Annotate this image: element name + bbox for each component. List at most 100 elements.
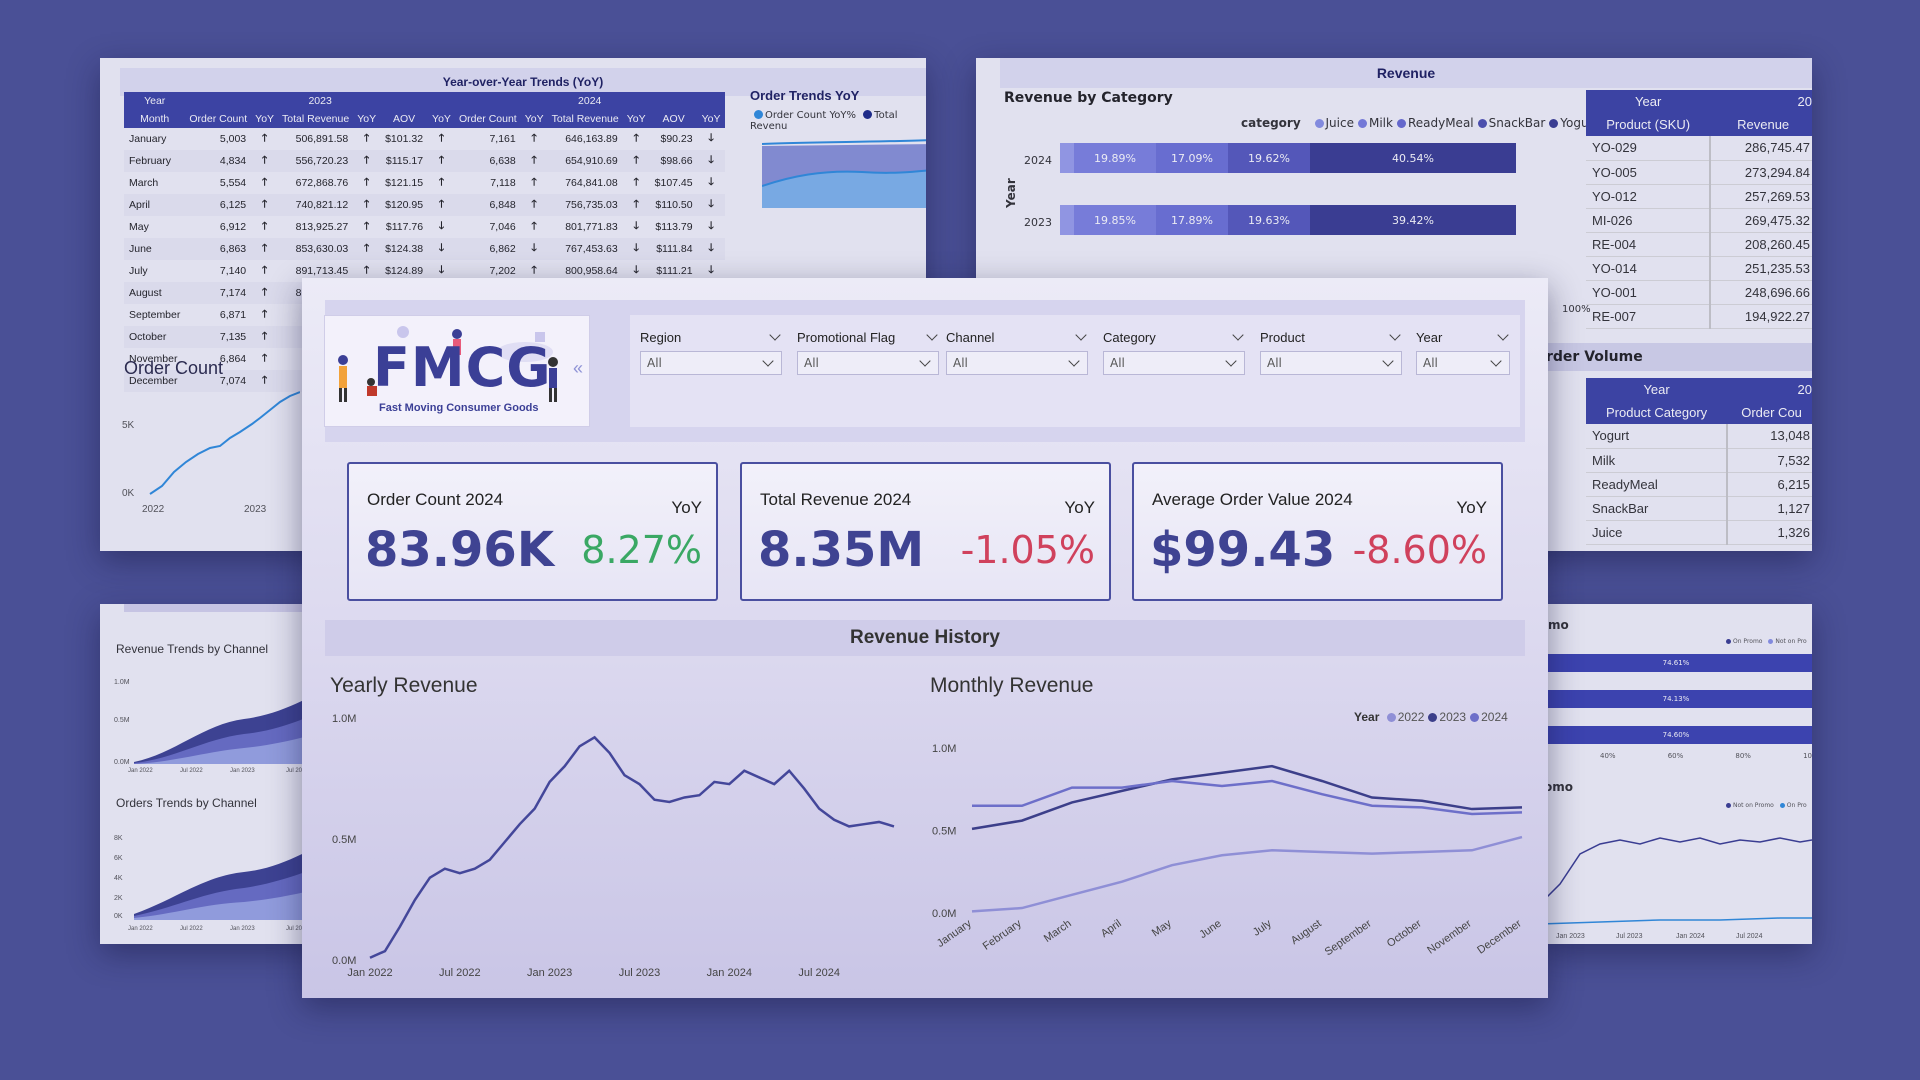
yoy-cell-oc24: 6,862 (454, 238, 521, 260)
sku-revenue: 257,269.53 (1709, 184, 1812, 209)
filter-region-header[interactable]: Region (640, 327, 782, 347)
chevron-down-icon[interactable] (926, 329, 938, 341)
filter-promo-select[interactable]: All (797, 351, 939, 375)
arrow-up-icon: 🡑 (261, 176, 268, 188)
rtc-ytick: 0.5M (114, 717, 130, 724)
filter-year-select[interactable]: All (1416, 351, 1510, 375)
yoy-cell-month: February (124, 150, 186, 172)
filter-product-select[interactable]: All (1260, 351, 1402, 375)
kpi-yoy-label: YoY (1456, 498, 1487, 517)
sku-row: YO-014 251,235.53 (1586, 256, 1812, 281)
filter-category-select[interactable]: All (1103, 351, 1245, 375)
promo-xtick: Jul 2023 (1616, 933, 1643, 940)
chevron-down-icon (1068, 355, 1080, 367)
otc-ytick: 6K (114, 855, 123, 862)
legend-order-count-yoy: Order Count YoY% (765, 110, 856, 121)
yoy-col-header: YoY (428, 110, 455, 128)
yoy-col-header: Total Revenue (547, 110, 623, 128)
yearly-revenue-chart[interactable]: 1.0M 0.5M 0.0MJan 2022 Jul 2022 Jan 2023 Jul … (322, 698, 912, 988)
category-name: Juice (1586, 520, 1728, 545)
kpi-yoy-label: YoY (671, 498, 702, 517)
legend-item[interactable]: Milk (1369, 116, 1393, 130)
filter-channel-label: Channel (946, 329, 995, 345)
monthly-revenue-chart[interactable]: 1.0M 0.5M 0.0MJanuary February March April May… (922, 728, 1532, 988)
rbc-seg: 39.42% (1310, 205, 1516, 235)
yoy-table-row: May 6,912 🡑 813,925.27 🡑 $117.76 🡓 7,046 🡑 801,77… (124, 216, 725, 238)
promo-title-1: mo (1548, 618, 1569, 632)
sku-revenue: 269,475.32 (1709, 208, 1812, 233)
filter-promo-header[interactable]: Promotional Flag (797, 327, 939, 347)
monthly-xtick: December (1475, 917, 1524, 956)
filter-product-header[interactable]: Product (1260, 327, 1402, 347)
category-name: ReadyMeal (1586, 472, 1728, 497)
monthly-xtick: October (1385, 917, 1424, 949)
filter-channel-select[interactable]: All (946, 351, 1088, 375)
filter-year-header[interactable]: Year (1416, 327, 1510, 347)
promo-trend-chart: Jan 2023 Jul 2023 Jan 2024 Jul 2024 (1540, 837, 1812, 940)
yoy-cell-oc23: 6,863 (185, 238, 252, 260)
chevron-down-icon[interactable] (1389, 329, 1401, 341)
sku-revenue: 251,235.53 (1709, 256, 1812, 281)
sku-row: YO-005 273,294.84 (1586, 160, 1812, 185)
category-name: Milk (1586, 448, 1728, 473)
category-name: SnackBar (1586, 496, 1728, 521)
yoy-cell-aov24: $113.79 (655, 221, 693, 233)
chevron-down-icon[interactable] (1232, 329, 1244, 341)
revenue-trends-channel-title: Revenue Trends by Channel (116, 642, 269, 656)
filter-channel-header[interactable]: Channel (946, 327, 1088, 347)
legend-item-2023[interactable]: 2023 (1439, 710, 1466, 724)
legend-item-2024[interactable]: 2024 (1481, 710, 1508, 724)
chevron-down-icon[interactable] (1075, 329, 1087, 341)
legend-item[interactable]: SnackBar (1489, 116, 1546, 130)
sku-row: YO-029 286,745.47 (1586, 136, 1812, 161)
yoy-cell-oc24: 6,638 (454, 150, 521, 172)
filter-category-header[interactable]: Category (1103, 327, 1245, 347)
arrow-down-icon: 🡓 (708, 220, 714, 232)
promo-bar: 74.60% (1540, 726, 1812, 744)
promo-xticks-1: 40% 60% 80% 10 (1600, 752, 1812, 760)
order-count-title: Order Count (124, 358, 224, 378)
arrow-up-icon: 🡑 (251, 238, 279, 260)
chevron-down-icon[interactable] (769, 329, 781, 341)
legend-item[interactable]: Juice (1326, 116, 1354, 130)
yoy-cell-tr24: 764,841.08 (565, 177, 618, 189)
arrow-down-icon: 🡓 (697, 150, 725, 172)
filter-year-value: All (1423, 356, 1438, 370)
filter-year: Year All (1416, 327, 1510, 375)
filter-product-value: All (1267, 356, 1282, 370)
monthly-xtick: February (981, 917, 1024, 952)
kpi-total-revenue[interactable]: Total Revenue 2024 YoY 8.35M -1.05% (740, 462, 1111, 601)
rtc-xtick: Jul 20 (286, 768, 303, 774)
chevron-down-icon[interactable] (1497, 329, 1509, 341)
arrow-up-icon: 🡑 (520, 194, 548, 216)
yoy-cell-oc23: 7,174 (185, 282, 252, 304)
legend-item-2022[interactable]: 2022 (1398, 710, 1425, 724)
chevron-down-icon (1490, 355, 1502, 367)
order-trends-yoy-title: Order Trends YoY (750, 88, 860, 103)
sku-code: YO-012 (1586, 184, 1711, 209)
yearly-xtick: Jan 2023 (527, 967, 572, 979)
kpi-order-count[interactable]: Order Count 2024 YoY 83.96K 8.27% (347, 462, 718, 601)
filter-category-label: Category (1103, 329, 1156, 345)
filter-promo-label: Promotional Flag (797, 329, 896, 345)
arrow-up-icon: 🡑 (531, 132, 537, 144)
legend-item[interactable]: ReadyMeal (1408, 116, 1474, 130)
rbc-seg: 19.62% (1228, 143, 1310, 173)
kpi-label: Average Order Value 2024 (1152, 490, 1353, 509)
promo-xtick: Jul 2024 (1736, 933, 1763, 940)
kpi-yoy-value: -1.05% (960, 528, 1095, 572)
filter-region-select[interactable]: All (640, 351, 782, 375)
yearly-ytick: 0.0M (332, 955, 356, 967)
yoy-cell-aov23: $115.17 (380, 150, 429, 172)
otc-xtick: Jul 20 (286, 926, 303, 932)
month-header: Month (124, 110, 186, 128)
kpi-average-order-value[interactable]: Average Order Value 2024 YoY $99.43 -8.6… (1132, 462, 1503, 601)
promo-line-on-promo (1540, 917, 1812, 925)
legend-dot (1386, 713, 1396, 722)
arrow-down-icon: 🡓 (438, 220, 445, 232)
order-volume-title: rder Volume (1536, 343, 1812, 371)
sku-code: MI-026 (1586, 208, 1711, 233)
otc-ytick: 8K (114, 835, 123, 842)
sku-revenue-header: Revenue (1710, 113, 1812, 136)
category-row: Juice 1,326 (1586, 520, 1812, 545)
